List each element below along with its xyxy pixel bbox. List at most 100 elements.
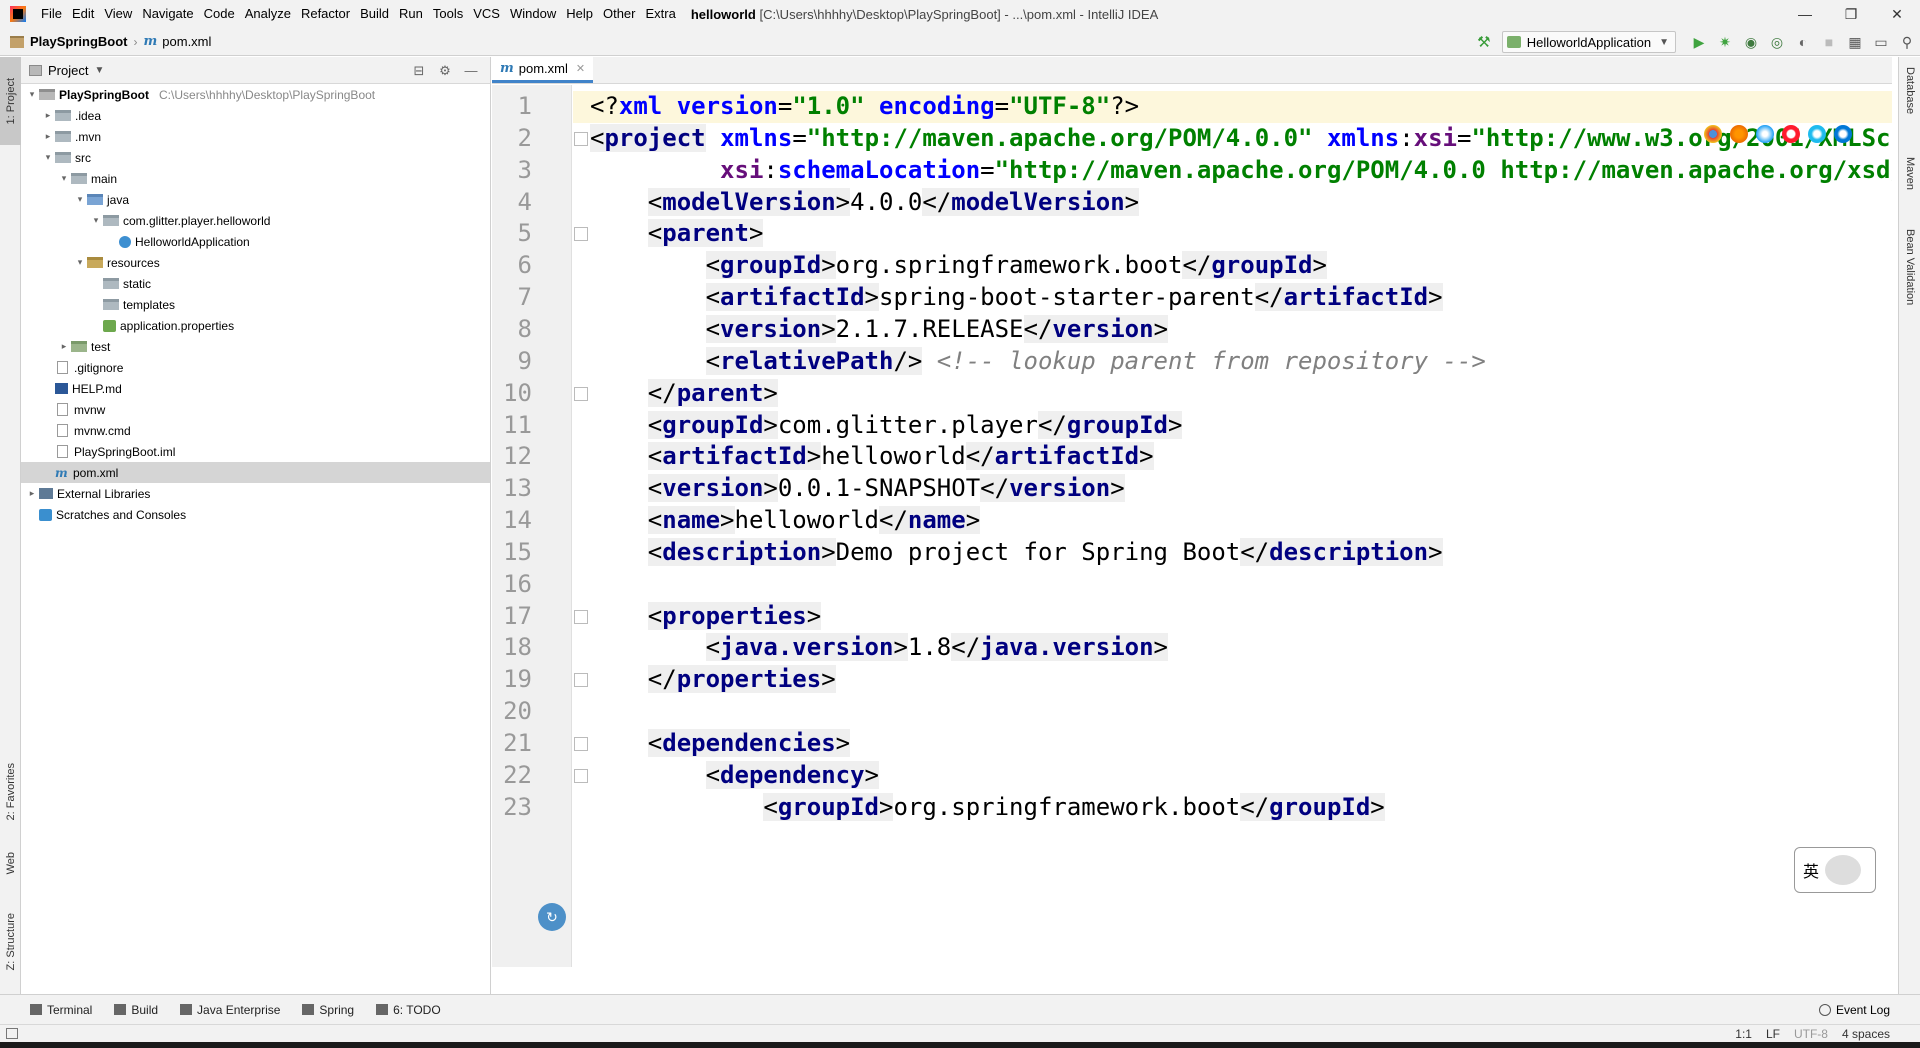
minimize-icon[interactable]: —	[1782, 0, 1828, 28]
expand-arrow-icon[interactable]: ▾	[73, 194, 87, 205]
tree-item[interactable]: mvnw	[21, 399, 490, 420]
menu-refactor[interactable]: Refactor	[296, 0, 355, 28]
fold-marker-icon[interactable]	[574, 131, 588, 146]
collapse-arrow-icon[interactable]: ▸	[57, 341, 71, 352]
breadcrumb-project[interactable]: PlaySpringBoot	[30, 34, 128, 49]
menu-window[interactable]: Window	[505, 0, 561, 28]
indent-setting[interactable]: 4 spaces	[1842, 1027, 1890, 1041]
fold-marker-icon[interactable]	[574, 768, 588, 783]
tree-item[interactable]: ▾ resources	[21, 252, 490, 273]
search-everywhere-icon[interactable]: ⚲	[1894, 30, 1920, 54]
ime-indicator[interactable]: 英	[1794, 847, 1876, 893]
menu-tools[interactable]: Tools	[428, 0, 468, 28]
tree-item[interactable]: HelloworldApplication	[21, 231, 490, 252]
bottom-tab-java-enterprise[interactable]: Java Enterprise	[180, 1003, 280, 1017]
menu-edit[interactable]: Edit	[67, 0, 99, 28]
profile-icon[interactable]: ◎	[1764, 30, 1790, 54]
fold-marker-icon[interactable]	[574, 673, 588, 688]
file-encoding[interactable]: UTF-8	[1794, 1027, 1828, 1041]
collapse-arrow-icon[interactable]: ▸	[41, 131, 55, 142]
tree-item[interactable]: m pom.xml	[21, 462, 490, 483]
maven-dependency-gutter-icon[interactable]: ↻	[538, 903, 566, 931]
collapse-all-icon[interactable]: ⊟	[406, 63, 432, 79]
toggle-panels-icon[interactable]: ▭	[1868, 30, 1894, 54]
toggle-tool-windows-icon[interactable]	[6, 1028, 18, 1039]
menu-vcs[interactable]: VCS	[468, 0, 505, 28]
event-log-button[interactable]: Event Log	[1818, 995, 1890, 1025]
tool-tab-structure[interactable]: Z: Structure	[0, 897, 21, 987]
expand-arrow-icon[interactable]: ▾	[89, 215, 103, 226]
gear-icon[interactable]: ⚙	[432, 63, 458, 79]
collapse-arrow-icon[interactable]: ▸	[25, 488, 39, 499]
tree-item[interactable]: static	[21, 273, 490, 294]
run-with-coverage-icon[interactable]: ◉	[1738, 30, 1764, 54]
tree-item[interactable]: ▾ main	[21, 168, 490, 189]
menu-navigate[interactable]: Navigate	[137, 0, 198, 28]
tree-item[interactable]: .gitignore	[21, 357, 490, 378]
tool-tab-web[interactable]: Web	[0, 837, 21, 889]
fold-marker-icon[interactable]	[574, 736, 588, 751]
chevron-down-icon[interactable]: ▼	[94, 65, 104, 76]
tree-item[interactable]: HELP.md	[21, 378, 490, 399]
hide-panel-icon[interactable]: —	[458, 63, 484, 78]
bottom-tab-terminal[interactable]: Terminal	[30, 1003, 92, 1017]
menu-other[interactable]: Other	[598, 0, 641, 28]
editor-tab-pom[interactable]: m pom.xml ✕	[492, 56, 594, 83]
build-hammer-icon[interactable]: ⚒	[1472, 30, 1496, 54]
tool-tab-bean-validation[interactable]: Bean Validation	[1899, 229, 1920, 329]
caret-position[interactable]: 1:1	[1735, 1027, 1752, 1041]
tool-tab-database[interactable]: Database	[1899, 67, 1920, 147]
tree-item[interactable]: mvnw.cmd	[21, 420, 490, 441]
project-structure-icon[interactable]: ▦	[1842, 30, 1868, 54]
fold-marker-icon[interactable]	[574, 386, 588, 401]
tree-item[interactable]: ▾ src	[21, 147, 490, 168]
tree-item[interactable]: ▸ .idea	[21, 105, 490, 126]
tree-item[interactable]: Scratches and Consoles	[21, 504, 490, 525]
ie-icon[interactable]	[1808, 125, 1826, 143]
menu-run[interactable]: Run	[394, 0, 428, 28]
close-icon[interactable]: ✕	[1874, 0, 1920, 28]
menu-view[interactable]: View	[99, 0, 137, 28]
stop-icon[interactable]: ■	[1816, 30, 1842, 54]
project-view-select[interactable]: Project	[48, 63, 88, 78]
bottom-tab-6-todo[interactable]: 6: TODO	[376, 1003, 441, 1017]
line-separator[interactable]: LF	[1766, 1027, 1780, 1041]
tool-tab-favorites[interactable]: 2: Favorites	[0, 747, 21, 837]
menu-help[interactable]: Help	[561, 0, 598, 28]
tree-item[interactable]: ▾ PlaySpringBoot C:\Users\hhhhy\Desktop\Pl…	[21, 84, 490, 105]
maximize-icon[interactable]: ❐	[1828, 0, 1874, 28]
debug-icon[interactable]: ✷	[1712, 30, 1738, 54]
collapse-arrow-icon[interactable]: ▸	[41, 110, 55, 121]
expand-arrow-icon[interactable]: ▾	[41, 152, 55, 163]
run-configuration-select[interactable]: HelloworldApplication ▼	[1501, 31, 1676, 53]
opera-icon[interactable]	[1782, 125, 1800, 143]
tree-item[interactable]: ▸ .mvn	[21, 126, 490, 147]
expand-arrow-icon[interactable]: ▾	[57, 173, 71, 184]
run-icon[interactable]: ▶	[1686, 30, 1712, 54]
chrome-icon[interactable]	[1704, 125, 1722, 143]
breadcrumb-file[interactable]: pom.xml	[162, 34, 211, 49]
bottom-tab-spring[interactable]: Spring	[302, 1003, 354, 1017]
tool-tab-maven[interactable]: Maven	[1899, 157, 1920, 217]
tree-item[interactable]: ▾ java	[21, 189, 490, 210]
tree-item[interactable]: templates	[21, 294, 490, 315]
close-tab-icon[interactable]: ✕	[576, 62, 585, 75]
tree-item[interactable]: ▸ External Libraries	[21, 483, 490, 504]
fold-marker-icon[interactable]	[574, 609, 588, 624]
tree-item[interactable]: application.properties	[21, 315, 490, 336]
safari-icon[interactable]	[1756, 125, 1774, 143]
menu-extra[interactable]: Extra	[640, 0, 680, 28]
menu-code[interactable]: Code	[199, 0, 240, 28]
edge-icon[interactable]	[1834, 125, 1852, 143]
attach-icon[interactable]: ◐	[1790, 30, 1816, 54]
expand-arrow-icon[interactable]: ▾	[73, 257, 87, 268]
menu-file[interactable]: File	[36, 0, 67, 28]
tree-item[interactable]: ▸ test	[21, 336, 490, 357]
fold-marker-icon[interactable]	[574, 227, 588, 242]
firefox-icon[interactable]	[1730, 125, 1748, 143]
menu-build[interactable]: Build	[355, 0, 394, 28]
menu-analyze[interactable]: Analyze	[240, 0, 296, 28]
tree-item[interactable]: ▾ com.glitter.player.helloworld	[21, 210, 490, 231]
bottom-tab-build[interactable]: Build	[114, 1003, 158, 1017]
code-area[interactable]: 1 <?xml version="1.0" encoding="UTF-8"?> 2…	[492, 85, 1892, 967]
